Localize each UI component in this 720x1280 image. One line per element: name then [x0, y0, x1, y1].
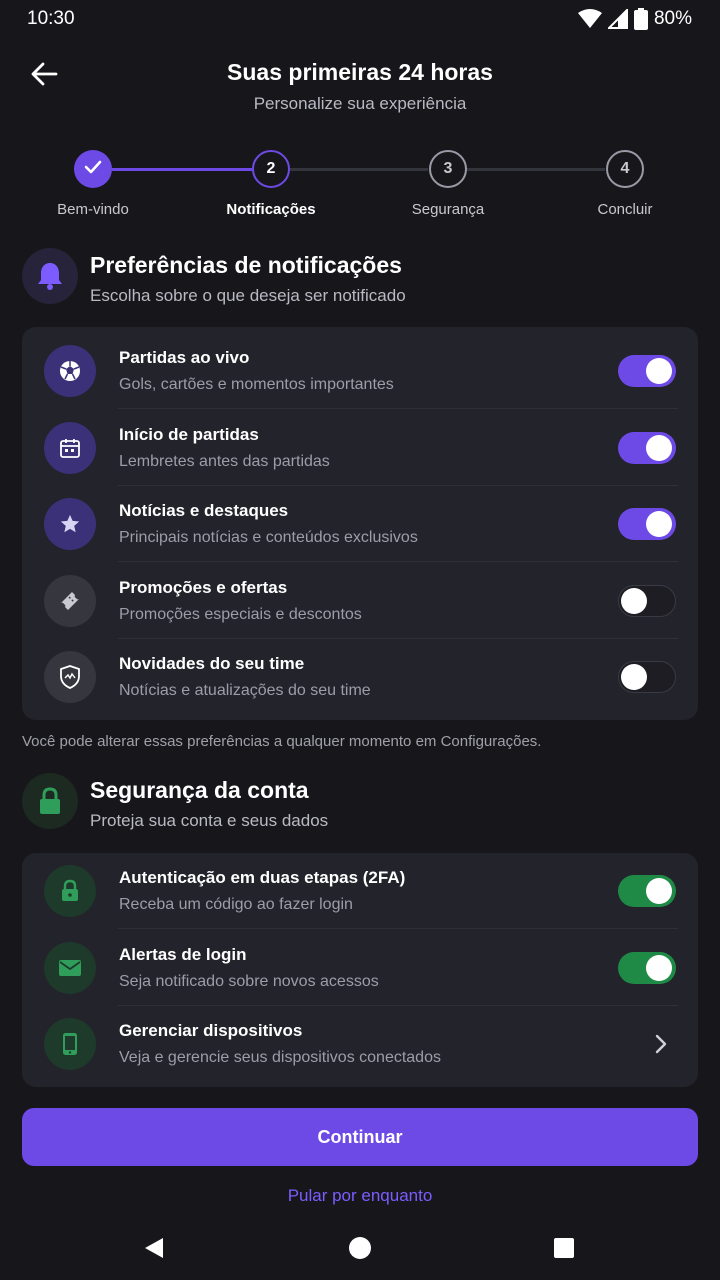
page-subtitle: Personalize sua experiência: [253, 94, 467, 113]
page-title: Suas primeiras 24 horas: [227, 59, 493, 85]
step-4-circle[interactable]: 4: [606, 150, 644, 188]
nav-recents-button[interactable]: [548, 1234, 580, 1266]
toggle-knob: [646, 358, 672, 384]
wifi-icon: [577, 9, 602, 29]
security-row-login-alerts: Alertas de login Seja notificado sobre n…: [22, 930, 698, 1006]
step-connector-2: [290, 168, 428, 171]
notification-row-promotions: Promoções e ofertas Promoções especiais …: [22, 563, 698, 639]
notification-row-live-matches: Partidas ao vivo Gols, cartões e momento…: [22, 333, 698, 409]
battery-level: 80%: [653, 8, 692, 29]
step-4-label: Concluir: [597, 201, 653, 218]
news-toggle[interactable]: [618, 508, 676, 540]
team-shield-icon: [44, 651, 96, 703]
lock-icon: [44, 865, 96, 917]
square-recents-icon: [553, 1237, 575, 1264]
signal-icon: [607, 9, 628, 29]
step-connector-3: [467, 168, 605, 171]
security-subtitle: Proteja sua conta e seus dados: [90, 811, 329, 830]
toggle-knob: [646, 955, 672, 981]
lock-icon: [22, 773, 78, 829]
step-1-label: Bem-vindo: [57, 201, 129, 218]
step-2-circle[interactable]: 2: [252, 150, 290, 188]
step-1-circle[interactable]: [74, 150, 112, 188]
step-3-label: Segurança: [411, 201, 485, 218]
row-title: Notícias e destaques: [119, 501, 289, 520]
row-subtitle: Promoções especiais e descontos: [119, 606, 362, 623]
nav-back-button[interactable]: [138, 1234, 170, 1266]
row-subtitle: Principais notícias e conteúdos exclusiv…: [119, 529, 418, 546]
phone-icon: [44, 1018, 96, 1070]
security-title: Segurança da conta: [90, 777, 309, 803]
check-icon: [84, 160, 102, 179]
notification-row-news: Notícias e destaques Principais notícias…: [22, 486, 698, 562]
divider: [118, 928, 678, 929]
row-title: Promoções e ofertas: [119, 578, 288, 597]
battery-icon: [633, 8, 648, 30]
soccer-ball-icon: [44, 345, 96, 397]
row-title: Novidades do seu time: [119, 654, 305, 673]
row-subtitle: Lembretes antes das partidas: [119, 453, 330, 470]
row-title: Alertas de login: [119, 945, 247, 964]
toggle-knob: [646, 511, 672, 537]
skip-link[interactable]: Pular por enquanto: [0, 1186, 720, 1206]
notifications-subtitle: Escolha sobre o que deseja ser notificad…: [90, 286, 406, 305]
toggle-knob: [646, 435, 672, 461]
toggle-knob: [621, 663, 647, 690]
match-start-toggle[interactable]: [618, 432, 676, 464]
mail-icon: [44, 942, 96, 994]
continue-button[interactable]: Continuar: [22, 1108, 698, 1166]
notification-row-match-start: Início de partidas Lembretes antes das p…: [22, 410, 698, 486]
notifications-section-header: Preferências de notificações Escolha sob…: [22, 248, 698, 312]
toggle-knob: [621, 587, 647, 614]
triangle-back-icon: [143, 1236, 165, 1265]
notification-row-team-news: Novidades do seu time Notícias e atualiz…: [22, 639, 698, 715]
live-matches-toggle[interactable]: [618, 355, 676, 387]
row-title: Início de partidas: [119, 425, 259, 444]
system-nav-bar: [0, 1220, 720, 1280]
row-title: Partidas ao vivo: [119, 348, 250, 367]
status-bar: 10:30 80%: [0, 0, 720, 40]
security-card: Autenticação em duas etapas (2FA) Receba…: [22, 853, 698, 1087]
row-subtitle: Receba um código ao fazer login: [119, 896, 353, 913]
row-title: Gerenciar dispositivos: [119, 1021, 303, 1040]
row-subtitle: Seja notificado sobre novos acessos: [119, 973, 379, 990]
login-alerts-toggle[interactable]: [618, 952, 676, 984]
calendar-icon: [44, 422, 96, 474]
row-subtitle: Veja e gerencie seus dispositivos conect…: [119, 1049, 441, 1066]
step-2-label: Notificações: [226, 201, 316, 218]
notifications-card: Partidas ao vivo Gols, cartões e momento…: [22, 327, 698, 720]
promotions-toggle[interactable]: [618, 585, 676, 617]
toggle-knob: [646, 878, 672, 904]
status-time: 10:30: [27, 8, 75, 29]
divider: [118, 408, 678, 409]
progress-stepper: 2 3 4 Bem-vindo Notificações Segurança C…: [0, 150, 720, 230]
security-row-manage-devices[interactable]: Gerenciar dispositivos Veja e gerencie s…: [22, 1006, 698, 1082]
step-connector-1: [112, 168, 252, 171]
2fa-toggle[interactable]: [618, 875, 676, 907]
security-row-2fa: Autenticação em duas etapas (2FA) Receba…: [22, 853, 698, 929]
row-title: Autenticação em duas etapas (2FA): [119, 868, 406, 887]
nav-home-button[interactable]: [344, 1234, 376, 1266]
star-icon: [44, 498, 96, 550]
team-news-toggle[interactable]: [618, 661, 676, 693]
divider: [118, 561, 678, 562]
row-subtitle: Notícias e atualizações do seu time: [119, 682, 371, 699]
notifications-title: Preferências de notificações: [90, 252, 402, 278]
chevron-right-icon[interactable]: [648, 1032, 672, 1056]
preferences-footnote: Você pode alterar essas preferências a q…: [22, 733, 542, 750]
bell-icon: [22, 248, 78, 304]
security-section-header: Segurança da conta Proteja sua conta e s…: [22, 773, 698, 837]
step-3-circle[interactable]: 3: [429, 150, 467, 188]
row-subtitle: Gols, cartões e momentos importantes: [119, 376, 394, 393]
status-icons: 80%: [577, 8, 692, 30]
ticket-icon: [44, 575, 96, 627]
circle-home-icon: [348, 1236, 372, 1265]
